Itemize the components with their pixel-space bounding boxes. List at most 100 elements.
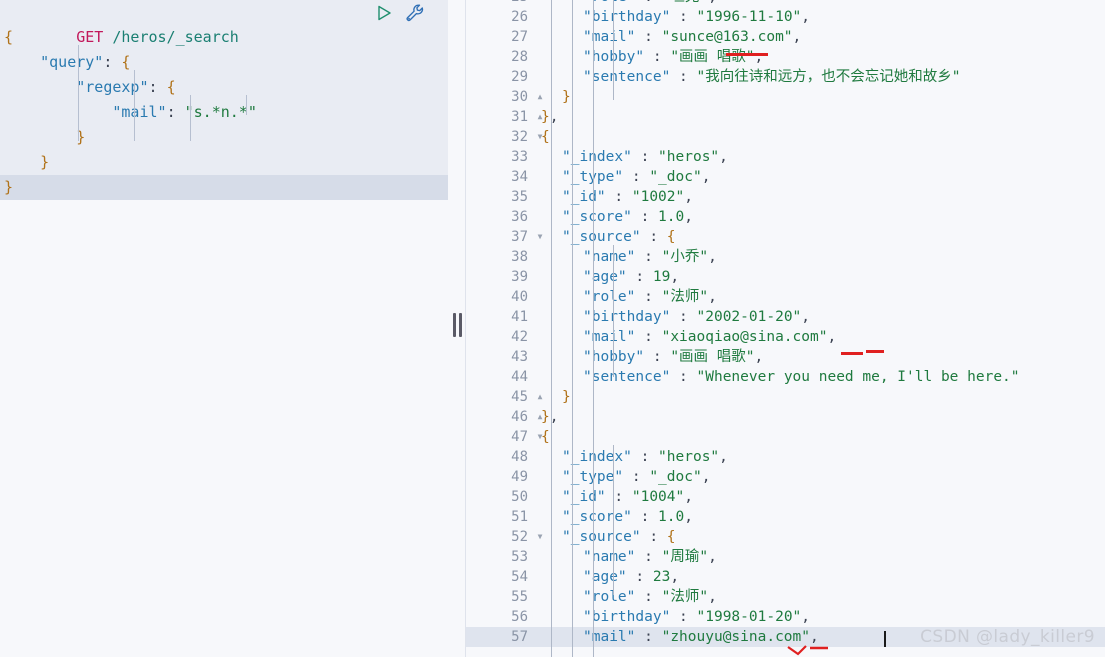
line-number: 55 — [511, 589, 528, 605]
response-code-text: { — [541, 129, 550, 145]
indent-guide — [190, 95, 191, 141]
line-number: 35 — [511, 189, 528, 205]
line-number: 44 — [511, 369, 528, 385]
response-code-line[interactable]: 32 ▼{ — [466, 127, 1105, 147]
request-editor[interactable]: GET /heros/_search { "query": { "regexp"… — [0, 0, 448, 200]
response-code-text: "_id" : "1004", — [562, 489, 693, 505]
splitter-bar — [459, 313, 462, 337]
request-code-line[interactable]: } — [0, 175, 448, 200]
request-code-line[interactable]: } — [0, 150, 448, 175]
response-code-text: "birthday" : "2002-01-20", — [583, 309, 811, 325]
response-code-text: } — [562, 89, 571, 105]
splitter-drag-handle[interactable] — [453, 313, 462, 337]
csdn-watermark: CSDN @lady_killer9 — [920, 627, 1095, 647]
indent-guide — [78, 45, 79, 141]
response-code-text: "sentence" : "Whenever you need me, I'll… — [583, 369, 1020, 385]
response-code-text: "_score" : 1.0, — [562, 209, 693, 225]
response-code-text: "birthday" : "1996-11-10", — [583, 9, 811, 25]
response-code-line[interactable]: 43 "hobby" : "画画 唱歌", — [466, 347, 1105, 367]
response-code-text: "role" : "法师", — [583, 289, 717, 305]
line-number: 51 — [511, 509, 528, 525]
response-code-line[interactable]: 30 ▲} — [466, 87, 1105, 107]
response-code-text: "_source" : { — [562, 529, 676, 545]
response-code-line[interactable]: 46 ▲}, — [466, 407, 1105, 427]
response-code-line[interactable]: 25"role" : "坦克", — [466, 0, 1105, 7]
indent-guide — [246, 95, 247, 115]
indent-guide — [134, 70, 135, 141]
response-code-line[interactable]: 55 "role" : "法师", — [466, 587, 1105, 607]
response-code-line[interactable]: 37 ▼ "_source" : { — [466, 227, 1105, 247]
response-code-line[interactable]: 51 "_score" : 1.0, — [466, 507, 1105, 527]
response-code-line[interactable]: 50 "_id" : "1004", — [466, 487, 1105, 507]
response-code-line[interactable]: 45 ▲} — [466, 387, 1105, 407]
request-body[interactable]: { "query": { "regexp": { "mail": "s.*n.*… — [0, 25, 448, 200]
response-code-line[interactable]: 27 "mail" : "sunce@163.com", — [466, 27, 1105, 47]
response-code-line[interactable]: 53 "name" : "周瑜", — [466, 547, 1105, 567]
line-number: 34 — [511, 169, 528, 185]
response-code-line[interactable]: 47 ▼{ — [466, 427, 1105, 447]
line-number: 53 — [511, 549, 528, 565]
response-code-line[interactable]: 56 "birthday" : "1998-01-20", — [466, 607, 1105, 627]
line-number: 46 ▲ — [466, 407, 542, 427]
response-code-line[interactable]: 34 "_type" : "_doc", — [466, 167, 1105, 187]
line-number: 26 — [511, 9, 528, 25]
response-code-line[interactable]: 48 "_index" : "heros", — [466, 447, 1105, 467]
response-code-line[interactable]: 52 ▼ "_source" : { — [466, 527, 1105, 547]
response-code-line[interactable]: 29 "sentence" : "我向往诗和远方，也不会忘记她和故乡" — [466, 67, 1105, 87]
response-code-text: "hobby" : "画画 唱歌", — [583, 49, 764, 65]
response-code-line[interactable]: 35 "_id" : "1002", — [466, 187, 1105, 207]
wrench-icon[interactable] — [404, 2, 426, 24]
response-code-text: { — [541, 429, 550, 445]
request-code-line[interactable]: "mail": "s.*n.*" — [0, 100, 448, 125]
response-code-line[interactable]: 42 "mail" : "xiaoqiao@sina.com", — [466, 327, 1105, 347]
response-code-line[interactable]: 38 "name" : "小乔", — [466, 247, 1105, 267]
line-number: 28 — [511, 49, 528, 65]
line-number: 45 ▲ — [466, 387, 542, 407]
response-code-line[interactable]: 54 "age" : 23, — [466, 567, 1105, 587]
line-number: 27 — [511, 29, 528, 45]
pane-splitter[interactable] — [448, 0, 466, 657]
response-code-text: "_type" : "_doc", — [562, 169, 711, 185]
response-code-text: "name" : "周瑜", — [583, 549, 717, 565]
line-number: 52 ▼ — [466, 527, 542, 547]
response-pane[interactable]: 25"role" : "坦克", 26 "birthday" : "1996-11-… — [466, 0, 1105, 657]
response-code-line[interactable]: 39 "age" : 19, — [466, 267, 1105, 287]
line-number: 31 ▲ — [466, 107, 542, 127]
request-code-line[interactable]: } — [0, 125, 448, 150]
text-caret — [884, 631, 886, 647]
line-number: 54 — [511, 569, 528, 585]
response-code-text: "name" : "小乔", — [583, 249, 717, 265]
response-editor[interactable]: 25"role" : "坦克", 26 "birthday" : "1996-11-… — [466, 0, 1105, 647]
response-code-line[interactable]: 44 "sentence" : "Whenever you need me, I'… — [466, 367, 1105, 387]
response-code-text: "mail" : "xiaoqiao@sina.com", — [583, 329, 837, 345]
response-code-line[interactable]: 31 ▲}, — [466, 107, 1105, 127]
line-number: 41 — [511, 309, 528, 325]
play-triangle-icon[interactable] — [374, 3, 394, 23]
response-code-text: "sentence" : "我向往诗和远方，也不会忘记她和故乡" — [583, 69, 961, 85]
response-code-line[interactable]: 40 "role" : "法师", — [466, 287, 1105, 307]
request-code-line[interactable]: { — [0, 25, 448, 50]
response-code-text: "_type" : "_doc", — [562, 469, 711, 485]
response-code-line[interactable]: 33 "_index" : "heros", — [466, 147, 1105, 167]
response-code-text: }, — [541, 109, 559, 125]
response-code-text: "birthday" : "1998-01-20", — [583, 609, 811, 625]
line-number: 49 — [511, 469, 528, 485]
editor-window: GET /heros/_search { "query": { "regexp"… — [0, 0, 1105, 657]
response-code-text: "mail" : "sunce@163.com", — [583, 29, 802, 45]
response-code-line[interactable]: 28 "hobby" : "画画 唱歌", — [466, 47, 1105, 67]
line-number: 48 — [511, 449, 528, 465]
response-code-text: "_index" : "heros", — [562, 449, 728, 465]
response-code-text: } — [562, 389, 571, 405]
request-pane: GET /heros/_search { "query": { "regexp"… — [0, 0, 448, 657]
response-code-line[interactable]: 26 "birthday" : "1996-11-10", — [466, 7, 1105, 27]
response-code-line[interactable]: 41 "birthday" : "2002-01-20", — [466, 307, 1105, 327]
response-code-text: "role" : "坦克", — [534, 0, 1105, 7]
line-number: 39 — [511, 269, 528, 285]
request-code-line[interactable]: "regexp": { — [0, 75, 448, 100]
line-number: 36 — [511, 209, 528, 225]
request-toolbar — [374, 2, 426, 24]
response-code-line[interactable]: 36 "_score" : 1.0, — [466, 207, 1105, 227]
response-code-line[interactable]: 49 "_type" : "_doc", — [466, 467, 1105, 487]
request-code-line[interactable]: "query": { — [0, 50, 448, 75]
response-code-text: "_source" : { — [562, 229, 676, 245]
